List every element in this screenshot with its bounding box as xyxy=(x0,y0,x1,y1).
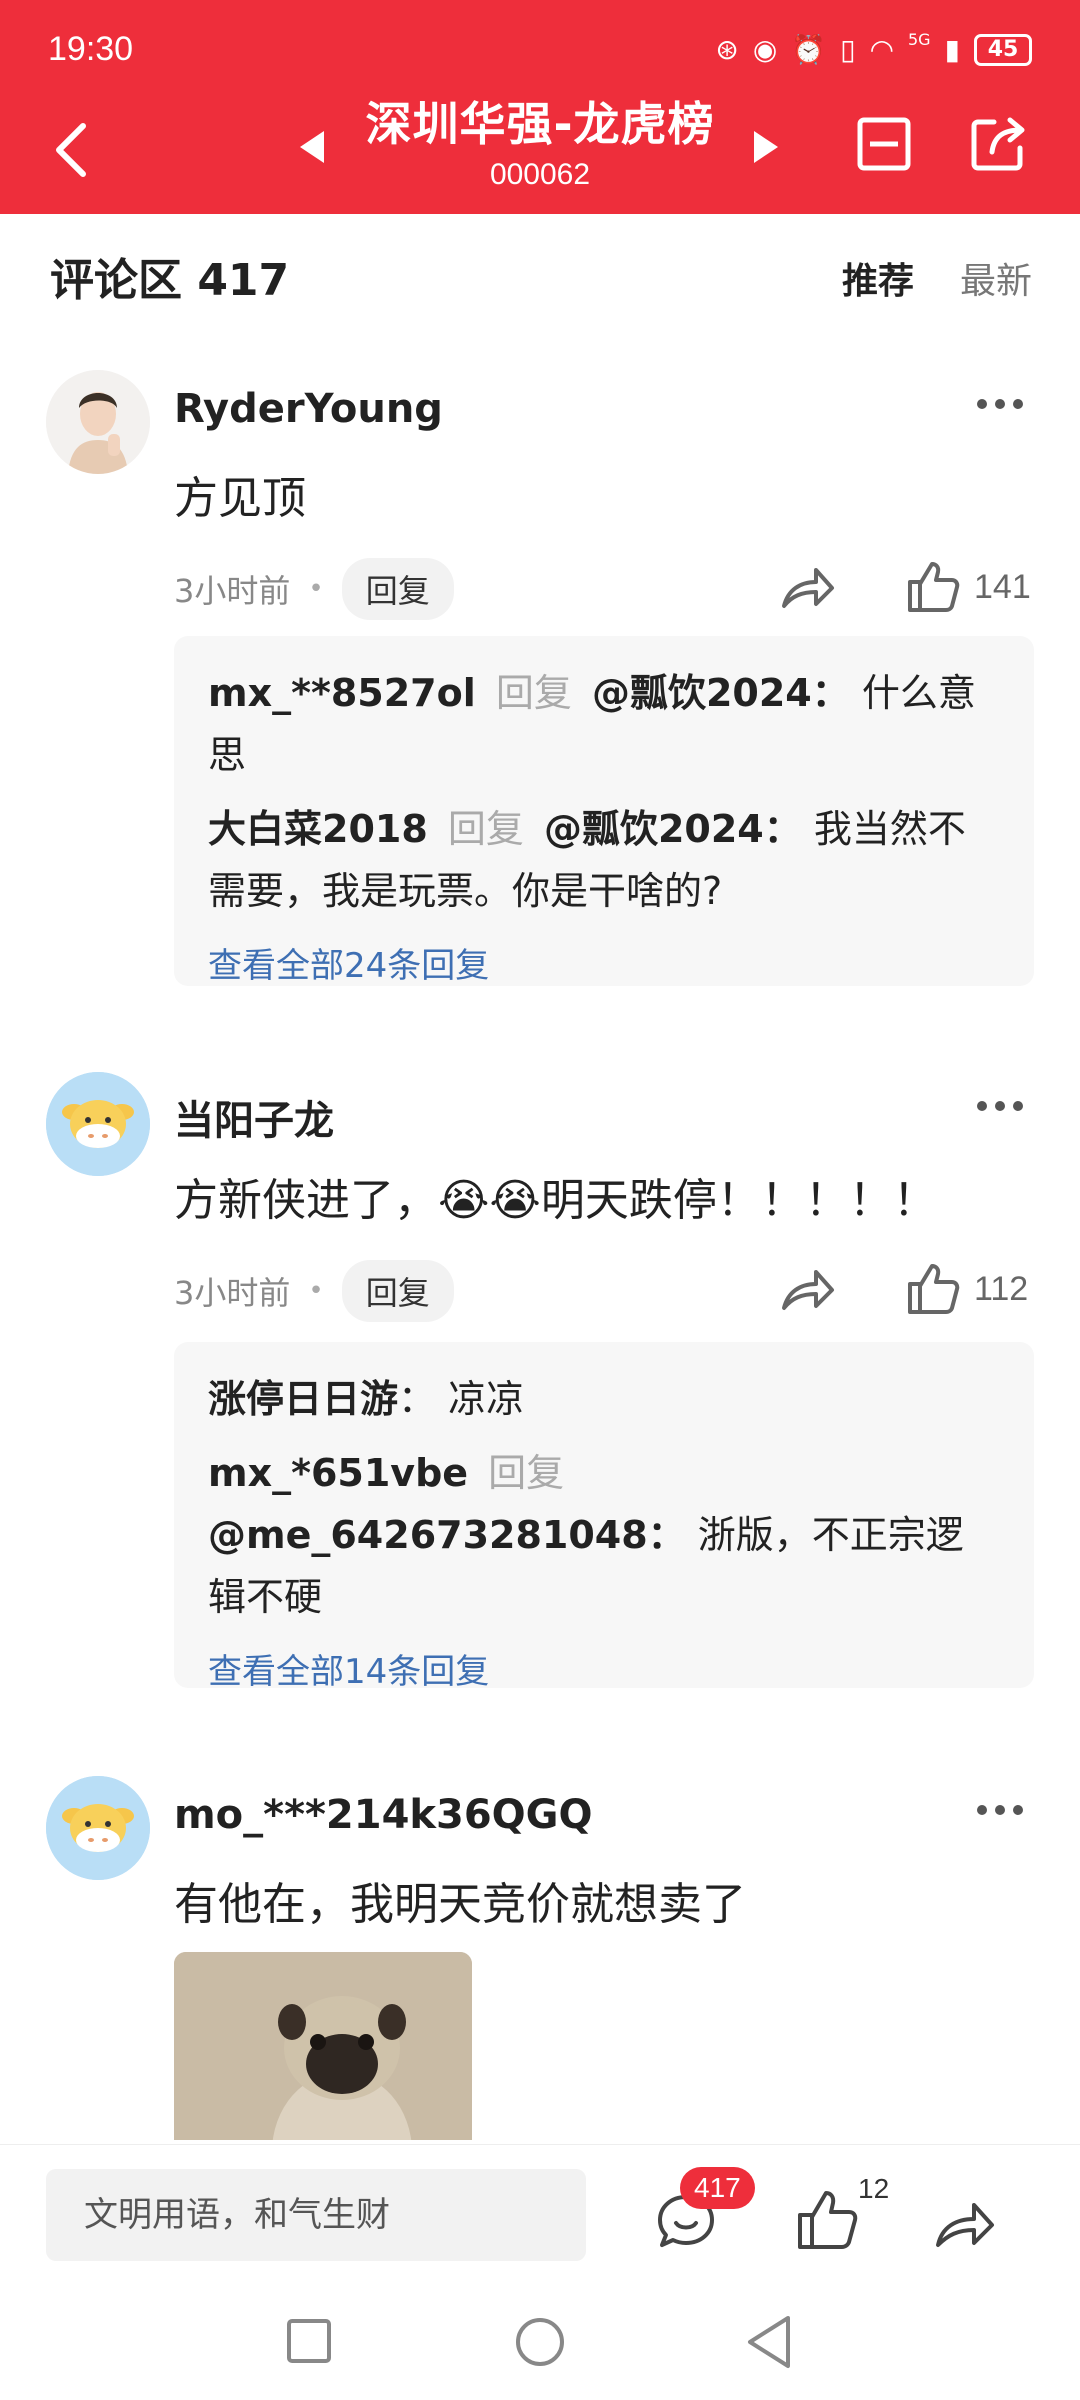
alarm-icon: ⏰ xyxy=(791,33,827,66)
comment-text: 方新侠进了，😭😭明天跌停！！！！！ xyxy=(174,1175,937,1226)
like-icon[interactable] xyxy=(796,2189,858,2251)
stock-code: 000062 xyxy=(489,158,591,191)
stock-name: 深圳华强-龙虎榜 xyxy=(365,97,715,151)
home-icon[interactable] xyxy=(514,2316,566,2368)
reply-mention[interactable]: @瓢饮2024： xyxy=(544,807,802,851)
comment-meta: 3小时前 • 回复 xyxy=(174,1260,454,1322)
comment-text: 有他在，我明天竞价就想卖了 xyxy=(174,1879,746,1930)
cow-avatar-icon xyxy=(46,1072,150,1176)
username[interactable]: mo_***214k36QGQ xyxy=(174,1792,593,1838)
sort-tabs: 推荐 最新 xyxy=(842,252,1032,304)
avatar[interactable] xyxy=(46,1776,150,1880)
like-icon[interactable] xyxy=(906,560,960,614)
comment-meta: 3小时前 • 回复 xyxy=(174,558,454,620)
comment-time: 3小时前 xyxy=(174,572,291,610)
reply-username[interactable]: mx_*651vbe xyxy=(208,1451,468,1495)
battery-icon: 45 xyxy=(974,34,1032,66)
username[interactable]: 当阳子龙 xyxy=(174,1088,334,1146)
back-button[interactable] xyxy=(40,110,100,190)
back-arrow-icon xyxy=(56,123,86,177)
reply-mention[interactable]: @瓢饮2024： xyxy=(592,671,850,715)
view-all-replies-link[interactable]: 查看全部24条回复 xyxy=(208,938,1000,987)
app-header: 19:30 ⊛ ◉ ⏰ ▯ ◠ 5G ▮ 45 深圳华强-龙虎榜 000062 xyxy=(0,0,1080,214)
stock-title: 深圳华强-龙虎榜 000062 xyxy=(290,88,790,192)
tab-latest[interactable]: 最新 xyxy=(960,252,1032,304)
like-icon[interactable] xyxy=(906,1262,960,1316)
comment-input[interactable]: 文明用语，和气生财 xyxy=(46,2169,586,2261)
status-icons: ⊛ ◉ ⏰ ▯ ◠ 5G ▮ 45 xyxy=(715,30,1032,70)
reply-mention[interactable]: @me_642673281048： xyxy=(208,1513,686,1557)
reply-line: mx_*651vbe 回复 @me_642673281048： 浙版，不正宗逻辑… xyxy=(208,1451,964,1619)
more-options-icon[interactable] xyxy=(974,394,1026,414)
wifi-icon: ◠ xyxy=(869,33,894,66)
reply-line: 大白菜2018 回复 @瓢饮2024： 我当然不需要，我是玩票。你是干啥的? xyxy=(208,807,966,913)
tab-recommended[interactable]: 推荐 xyxy=(842,252,914,304)
system-nav-bar xyxy=(0,2280,1080,2400)
recent-apps-icon[interactable] xyxy=(286,2318,332,2364)
like-count: 12 xyxy=(858,2173,890,2204)
reply-line: mx_**8527ol 回复 @瓢饮2024： 什么意思 xyxy=(208,671,976,777)
reply-username[interactable]: 涨停日日游 xyxy=(208,1377,398,1421)
next-stock-button[interactable] xyxy=(754,131,778,163)
bottom-comment-bar: 文明用语，和气生财 417 12 xyxy=(0,2144,1080,2280)
minimize-button[interactable] xyxy=(852,112,916,176)
nfc-icon: ⊛ xyxy=(715,33,739,66)
comment-text: 方见顶 xyxy=(174,473,306,524)
reply-text: 凉凉 xyxy=(448,1377,525,1421)
eye-icon: ◉ xyxy=(752,33,778,66)
more-options-icon[interactable] xyxy=(974,1096,1026,1116)
comment-image[interactable] xyxy=(174,1952,472,2140)
share-export-icon xyxy=(971,117,1025,171)
share-icon[interactable] xyxy=(778,562,836,614)
share-icon[interactable] xyxy=(932,2197,998,2253)
avatar[interactable] xyxy=(46,370,150,474)
reply-box: 涨停日日游： 凉凉 mx_*651vbe 回复 @me_642673281048… xyxy=(174,1342,1034,1692)
reply-username[interactable]: 大白菜2018 xyxy=(208,807,428,851)
like-count: 112 xyxy=(974,1270,1029,1308)
avatar[interactable] xyxy=(46,1072,150,1176)
back-nav-icon[interactable] xyxy=(744,2314,792,2370)
comments-title: 评论区 417 xyxy=(50,255,290,306)
minimize-icon xyxy=(857,117,911,171)
cow-avatar-icon xyxy=(46,1776,150,1880)
avatar-image xyxy=(46,370,150,474)
vibrate-icon: ▯ xyxy=(840,33,856,66)
like-count: 141 xyxy=(974,568,1031,606)
share-header-button[interactable] xyxy=(966,112,1030,176)
signal-bars-icon: ▮ xyxy=(944,33,960,66)
signal-icon: 5G xyxy=(908,30,931,49)
comment-time: 3小时前 xyxy=(174,1274,291,1312)
reply-line: 涨停日日游： 凉凉 xyxy=(208,1377,525,1421)
comments-header: 评论区 417 推荐 最新 xyxy=(0,214,1080,334)
view-all-replies-link[interactable]: 查看全部14条回复 xyxy=(208,1644,1000,1693)
username[interactable]: RyderYoung xyxy=(174,386,443,432)
comment-count-badge: 417 xyxy=(680,2167,755,2209)
pug-photo xyxy=(174,1952,472,2140)
more-options-icon[interactable] xyxy=(974,1800,1026,1820)
status-time: 19:30 xyxy=(48,30,134,68)
reply-button[interactable]: 回复 xyxy=(341,1260,454,1322)
reply-username[interactable]: mx_**8527ol xyxy=(208,671,476,715)
share-icon[interactable] xyxy=(778,1264,836,1316)
reply-button[interactable]: 回复 xyxy=(341,558,454,620)
reply-box: mx_**8527ol 回复 @瓢饮2024： 什么意思 大白菜2018 回复 … xyxy=(174,636,1034,986)
